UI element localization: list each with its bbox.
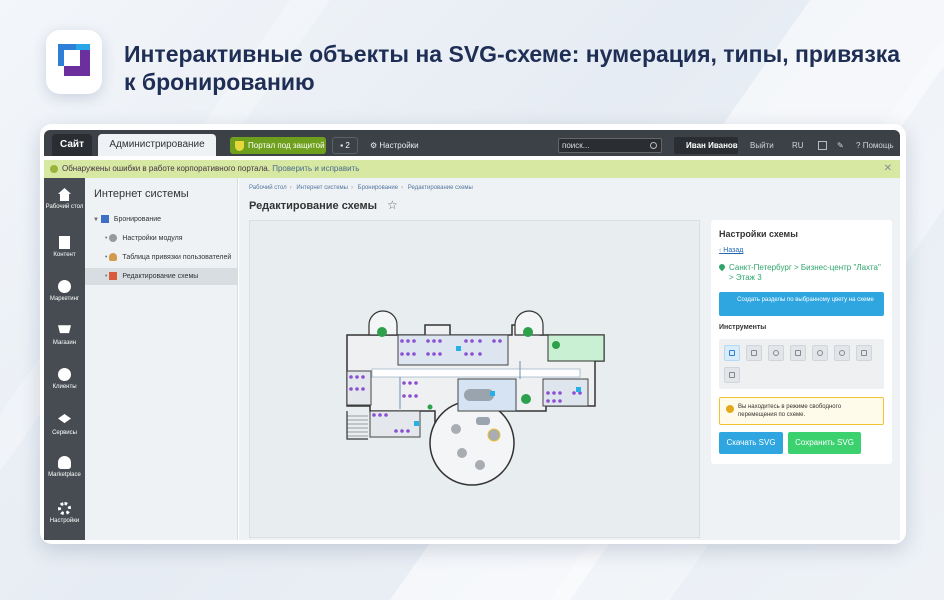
star-icon[interactable]: ☆ xyxy=(387,198,398,212)
breadcrumb-item[interactable]: Интернет системы xyxy=(296,185,348,191)
shield-icon xyxy=(235,141,244,151)
gear-icon xyxy=(58,502,71,515)
headline: Интерактивные объекты на SVG-схеме: нуме… xyxy=(124,41,901,95)
save-svg-button[interactable]: Сохранить SVG xyxy=(788,432,861,454)
close-box-tool[interactable] xyxy=(746,345,762,361)
bell-icon: ▪ xyxy=(340,141,344,150)
breadcrumb-item[interactable]: Рабочий стол xyxy=(249,185,287,191)
error-alert: Обнаружены ошибки в работе корпоративног… xyxy=(44,160,900,178)
home-icon xyxy=(58,188,71,201)
create-sections-button[interactable]: Создать разделы по выбранному цвету на с… xyxy=(719,292,884,316)
breadcrumb: Рабочий стол › Интернет системы › Брониров… xyxy=(249,185,473,191)
panel-title: Настройки схемы xyxy=(719,229,798,239)
tools-title: Инструменты xyxy=(719,324,767,331)
chevron-left-icon: ‹ xyxy=(719,247,722,254)
location-pin-icon xyxy=(717,262,727,272)
page-title: Редактирование схемы xyxy=(249,200,378,212)
tab-admin[interactable]: Администрирование xyxy=(98,134,216,156)
edit-icon xyxy=(109,272,118,281)
gear-icon: ⚙ xyxy=(370,141,378,150)
window-icon[interactable] xyxy=(818,141,827,150)
document-icon xyxy=(59,236,70,249)
help-icon: ? xyxy=(856,141,861,150)
floor-plan[interactable] xyxy=(250,221,699,537)
bullet: • xyxy=(105,254,108,261)
fix-errors-link[interactable]: Проверить и исправить xyxy=(272,164,359,173)
triangle-down-icon: ▼ xyxy=(93,217,99,223)
search-icon[interactable] xyxy=(650,142,657,149)
mode-info: Вы находитесь в режиме свободного переме… xyxy=(719,397,884,425)
app-window: Сайт Администрирование Портал под защито… xyxy=(40,124,906,544)
target-icon xyxy=(58,280,71,293)
location-path[interactable]: Санкт-Петербург > Бизнес-центр "Лахта" >… xyxy=(717,262,884,283)
group-link-tool[interactable] xyxy=(834,345,850,361)
sidebar-item-edit-scheme[interactable]: • Редактирование схемы xyxy=(85,268,237,285)
user-menu[interactable]: Иван Иванов xyxy=(674,137,738,154)
gear-icon xyxy=(109,234,118,243)
nav-shop[interactable]: Магазин xyxy=(44,324,85,347)
group-link-icon xyxy=(839,350,845,356)
nav-marketplace[interactable]: Marketplace xyxy=(44,456,85,479)
delete-box-tool[interactable] xyxy=(856,345,872,361)
top-settings-link[interactable]: ⚙ Настройки xyxy=(370,137,419,154)
cart-icon xyxy=(58,325,71,334)
pin-icon[interactable]: ✎ xyxy=(837,137,844,154)
clipboard-tool[interactable] xyxy=(790,345,806,361)
download-svg-button[interactable]: Скачать SVG xyxy=(719,432,783,454)
help-link[interactable]: ? Помощь xyxy=(856,137,894,154)
tools-palette xyxy=(719,339,884,389)
nav-clients[interactable]: Клиенты xyxy=(44,368,85,391)
link-tool[interactable] xyxy=(812,345,828,361)
sidebar-item-module-settings[interactable]: • Настройки модуля xyxy=(85,230,237,247)
sidebar: Интернет системы ▼ Бронирование • Настро… xyxy=(85,178,238,540)
left-nav: Рабочий стол Контент Маркетинг Магазин К… xyxy=(44,178,85,540)
nav-settings[interactable]: Настройки xyxy=(44,502,85,525)
eye-off-icon xyxy=(773,350,779,356)
close-box-icon xyxy=(751,350,757,356)
breadcrumb-item[interactable]: Редактирование схемы xyxy=(408,185,473,191)
sidebar-item-booking[interactable]: ▼ Бронирование xyxy=(85,211,237,228)
close-icon[interactable]: ✕ xyxy=(884,160,892,178)
portal-protection-button[interactable]: Портал под защитой xyxy=(230,137,326,154)
link-icon xyxy=(817,350,823,356)
pointer-tool[interactable] xyxy=(724,345,740,361)
user-icon xyxy=(109,253,118,262)
main-content: Рабочий стол › Интернет системы › Брониров… xyxy=(239,178,900,540)
round-lobby[interactable] xyxy=(429,400,515,486)
nav-services[interactable]: Сервисы xyxy=(44,414,85,437)
bullet: • xyxy=(105,273,108,280)
language-switch[interactable]: RU xyxy=(792,137,804,154)
copy-tool[interactable] xyxy=(724,367,740,383)
info-icon xyxy=(726,405,734,413)
search-input[interactable]: поиск... xyxy=(558,138,662,153)
clipboard-icon xyxy=(795,350,801,356)
booking-icon xyxy=(100,215,109,224)
layers-icon xyxy=(58,414,71,424)
breadcrumb-item[interactable]: Бронирование xyxy=(358,185,398,191)
clients-icon xyxy=(58,368,71,381)
sidebar-title: Интернет системы xyxy=(94,188,189,200)
tab-site[interactable]: Сайт xyxy=(52,134,92,156)
back-link[interactable]: ‹ Назад xyxy=(719,247,743,254)
cloud-download-icon xyxy=(58,456,71,469)
room-bottom-left[interactable] xyxy=(369,410,421,438)
nav-desktop[interactable]: Рабочий стол xyxy=(44,188,85,211)
delete-box-icon xyxy=(861,350,867,356)
notifications-button[interactable]: ▪ 2 xyxy=(332,137,358,154)
copy-icon xyxy=(729,372,735,378)
scheme-canvas[interactable] xyxy=(249,220,700,538)
bullet: • xyxy=(105,235,108,242)
logout-link[interactable]: Выйти xyxy=(750,137,774,154)
eye-off-tool[interactable] xyxy=(768,345,784,361)
check-icon xyxy=(50,165,58,173)
sidebar-item-user-binding[interactable]: • Таблица привязки пользователей xyxy=(85,249,237,266)
top-panel: Сайт Администрирование Портал под защито… xyxy=(40,124,906,160)
nav-marketing[interactable]: Маркетинг xyxy=(44,280,85,303)
product-logo xyxy=(46,30,102,94)
scheme-settings-panel: Настройки схемы ‹ Назад Санкт-Петербург … xyxy=(711,220,892,464)
nav-content[interactable]: Контент xyxy=(44,236,85,259)
pointer-icon xyxy=(729,350,735,356)
